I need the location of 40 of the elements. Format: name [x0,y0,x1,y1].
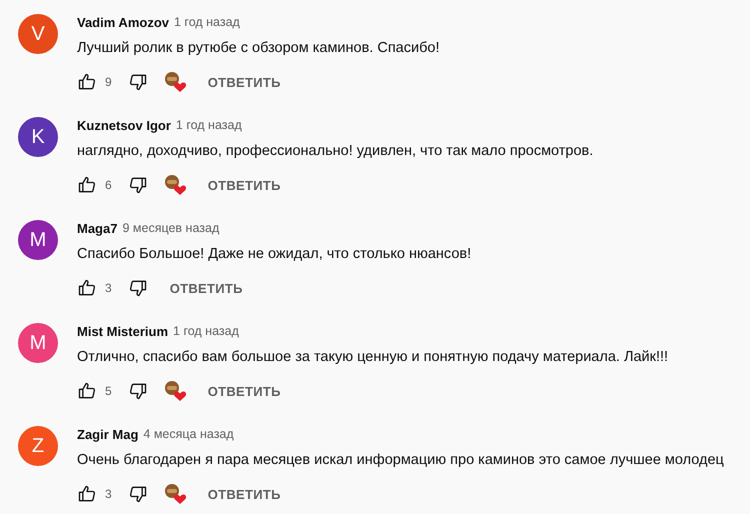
comment-text: Очень благодарен я пара месяцев искал информацию про каминов это самое лучшее молодец [77,451,725,470]
thumbs-down-icon[interactable] [128,175,148,195]
thumbs-down-icon[interactable] [128,381,148,401]
like-count: 5 [105,384,112,398]
comment-text: Лучший ролик в рутюбе с обзором каминов. Спасибо! [77,39,440,58]
comment-time[interactable]: 1 год назад [176,118,242,132]
avatar[interactable]: K [18,117,58,157]
avatar[interactable]: M [18,220,58,260]
reply-button[interactable]: ОТВЕТИТЬ [200,480,289,508]
thumbs-up-icon[interactable] [77,381,97,401]
avatar[interactable]: V [18,14,58,54]
reply-button[interactable]: ОТВЕТИТЬ [162,274,251,302]
like-count: 3 [105,487,112,501]
comment-text: наглядно, доходчиво, профессионально! удивлен, что так мало просмотров. [77,142,594,161]
avatar[interactable]: M [18,323,58,363]
reply-button[interactable]: ОТВЕТИТЬ [200,68,289,96]
author-name[interactable]: Zagir Mag [77,426,138,442]
thumbs-up-icon[interactable] [77,175,97,195]
thumbs-down-icon[interactable] [128,278,148,298]
comment-text: Отлично, спасибо вам большое за такую ценную и понятную подачу материала. Лайк!!! [77,348,670,367]
comment-time[interactable]: 4 месяца назад [143,427,234,441]
avatar[interactable]: Z [18,426,58,466]
thumbs-down-icon[interactable] [128,484,148,504]
thumbs-up-icon[interactable] [77,484,97,504]
comment-time[interactable]: 1 год назад [174,15,240,29]
author-name[interactable]: Maga7 [77,220,118,236]
thumbs-up-icon[interactable] [77,278,97,298]
thumbs-up-icon[interactable] [77,72,97,92]
reply-button[interactable]: ОТВЕТИТЬ [200,172,289,198]
author-name[interactable]: Mist Misterium [77,324,168,338]
like-count: 3 [105,281,112,295]
author-name[interactable]: Kuznetsov Igor [77,118,171,132]
comment-time[interactable]: 9 месяцев назад [122,221,220,235]
comment-text: Спасибо Большое! Даже не ожидал, что столько нюансов! [77,245,472,264]
author-name[interactable]: Vadim Amozov [77,14,169,30]
reply-button[interactable]: ОТВЕТИТЬ [200,378,289,404]
like-count: 9 [105,75,112,89]
comment-time[interactable]: 1 год назад [173,324,239,338]
thumbs-down-icon[interactable] [128,72,148,92]
like-count: 6 [105,178,112,192]
